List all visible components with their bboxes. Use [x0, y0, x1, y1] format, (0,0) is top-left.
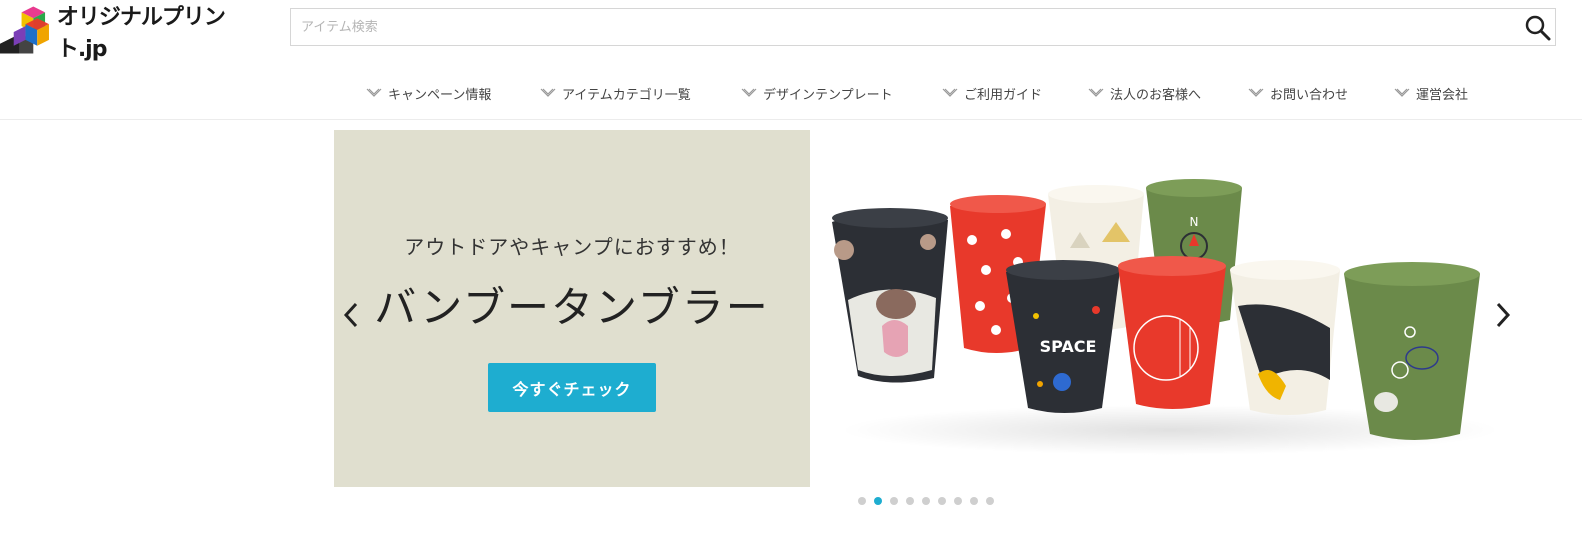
compass-letter: N: [1190, 215, 1199, 229]
main-nav: キャンペーン情報 アイテムカテゴリ一覧 デザインテンプレート ご利用ガイド 法人…: [0, 78, 1582, 108]
nav-item-label: ご利用ガイド: [964, 87, 1043, 103]
chevron-down-double-icon: [1394, 88, 1410, 97]
chevron-down-double-icon: [942, 88, 958, 97]
slider-next-button[interactable]: [1494, 300, 1512, 330]
nav-item-label: アイテムカテゴリ一覧: [562, 87, 691, 103]
chevron-down-double-icon: [741, 88, 757, 97]
slider-dot-7[interactable]: [954, 497, 962, 505]
chevron-down-double-icon: [1088, 88, 1104, 97]
search-icon: [1525, 15, 1551, 41]
slide-text-panel: アウトドアやキャンプにおすすめ！ バンブータンブラー 今すぐチェック: [334, 130, 810, 487]
nav-item-contact[interactable]: お問い合わせ: [1248, 78, 1348, 108]
chevron-left-icon: [343, 302, 358, 328]
slide-subtitle: アウトドアやキャンプにおすすめ！: [404, 235, 740, 259]
hero-slider: アウトドアやキャンプにおすすめ！ バンブータンブラー 今すぐチェック N SPA…: [334, 130, 1524, 487]
nav-item-label: お問い合わせ: [1270, 87, 1349, 103]
cup-penguin: [1230, 260, 1340, 415]
chevron-right-icon: [1496, 302, 1511, 328]
chevron-down-double-icon: [540, 88, 556, 97]
search-button[interactable]: [1523, 13, 1553, 43]
slide-product-image: N SPACE: [810, 130, 1524, 487]
slide-headline: バンブータンブラー: [374, 283, 770, 332]
logo-cube-icon: [0, 6, 49, 54]
chevron-down-double-icon: [366, 88, 382, 97]
slider-dot-5[interactable]: [922, 497, 930, 505]
logo-text: オリジナルプリント.jp: [56, 5, 226, 62]
nav-item-categories[interactable]: アイテムカテゴリ一覧: [540, 78, 691, 108]
nav-item-label: 法人のお客様へ: [1110, 87, 1202, 103]
slider-dot-4[interactable]: [906, 497, 914, 505]
nav-item-label: キャンペーン情報: [388, 87, 492, 103]
nav-item-campaign[interactable]: キャンペーン情報: [366, 78, 491, 108]
slider-prev-button[interactable]: [342, 300, 360, 330]
slider-dot-1[interactable]: [858, 497, 866, 505]
cup-dog: [832, 208, 948, 383]
nav-item-label: 運営会社: [1416, 87, 1469, 103]
nav-divider: [0, 119, 1582, 120]
space-label: SPACE: [1040, 337, 1097, 356]
nav-item-guide[interactable]: ご利用ガイド: [942, 78, 1042, 108]
site-logo[interactable]: オリジナルプリント.jp: [0, 5, 270, 62]
slider-dot-3[interactable]: [890, 497, 898, 505]
slider-dot-2[interactable]: [874, 497, 882, 505]
nav-item-templates[interactable]: デザインテンプレート: [741, 78, 893, 108]
cup-red-garden: [1118, 256, 1226, 409]
nav-item-company[interactable]: 運営会社: [1394, 78, 1468, 108]
search-input[interactable]: [299, 9, 1503, 45]
search-box: [290, 8, 1556, 46]
nav-item-corporate[interactable]: 法人のお客様へ: [1088, 78, 1201, 108]
chevron-down-double-icon: [1248, 88, 1264, 97]
check-now-button[interactable]: 今すぐチェック: [488, 363, 656, 412]
slider-dot-8[interactable]: [970, 497, 978, 505]
slider-dot-9[interactable]: [986, 497, 994, 505]
slider-dot-6[interactable]: [938, 497, 946, 505]
nav-item-label: デザインテンプレート: [763, 87, 893, 103]
cup-space: SPACE: [1006, 260, 1120, 413]
bamboo-tumblers-image: N SPACE: [832, 179, 1500, 455]
slider-pagination: [858, 497, 1002, 505]
